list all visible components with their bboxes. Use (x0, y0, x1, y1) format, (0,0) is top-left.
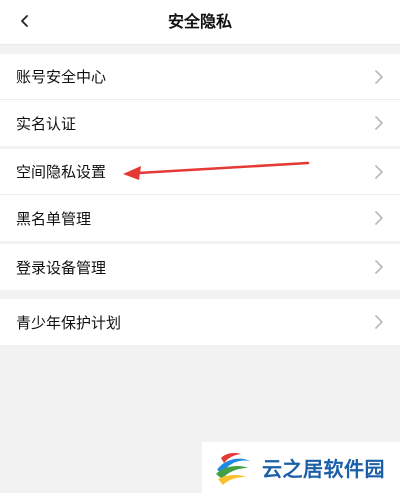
chevron-right-icon (374, 211, 384, 225)
privacy-group: 空间隐私设置 黑名单管理 (0, 149, 400, 241)
account-security-group: 账号安全中心 实名认证 (0, 54, 400, 146)
top-bar: 安全隐私 (0, 0, 400, 45)
site-logo-icon (212, 447, 252, 488)
row-label: 黑名单管理 (16, 209, 92, 228)
security-privacy-screen: 安全隐私 账号安全中心 实名认证 空间隐私设置 黑名单管理 登录设备管理 青少年… (0, 0, 400, 493)
youth-group: 青少年保护计划 (0, 299, 400, 345)
row-label: 实名认证 (16, 114, 77, 133)
watermark: 云之居软件园 (202, 442, 400, 493)
row-label: 空间隐私设置 (16, 163, 107, 181)
settings-row-youth-protection[interactable]: 青少年保护计划 (0, 299, 400, 345)
chevron-right-icon (374, 116, 384, 130)
watermark-text: 云之居软件园 (262, 457, 385, 481)
settings-row-account-security[interactable]: 账号安全中心 (0, 54, 400, 100)
row-label: 登录设备管理 (16, 258, 107, 277)
chevron-right-icon (374, 164, 384, 179)
device-group: 登录设备管理 (0, 244, 400, 290)
page-title: 安全隐私 (167, 12, 232, 31)
chevron-right-icon (374, 69, 384, 84)
settings-row-real-name-verification[interactable]: 实名认证 (0, 100, 400, 146)
row-label: 青少年保护计划 (16, 313, 122, 332)
settings-row-login-devices[interactable]: 登录设备管理 (0, 244, 400, 290)
chevron-right-icon (374, 315, 384, 329)
settings-row-space-privacy[interactable]: 空间隐私设置 (0, 149, 400, 195)
settings-row-blacklist[interactable]: 黑名单管理 (0, 195, 400, 241)
row-label: 账号安全中心 (16, 68, 107, 86)
chevron-right-icon (374, 260, 384, 274)
